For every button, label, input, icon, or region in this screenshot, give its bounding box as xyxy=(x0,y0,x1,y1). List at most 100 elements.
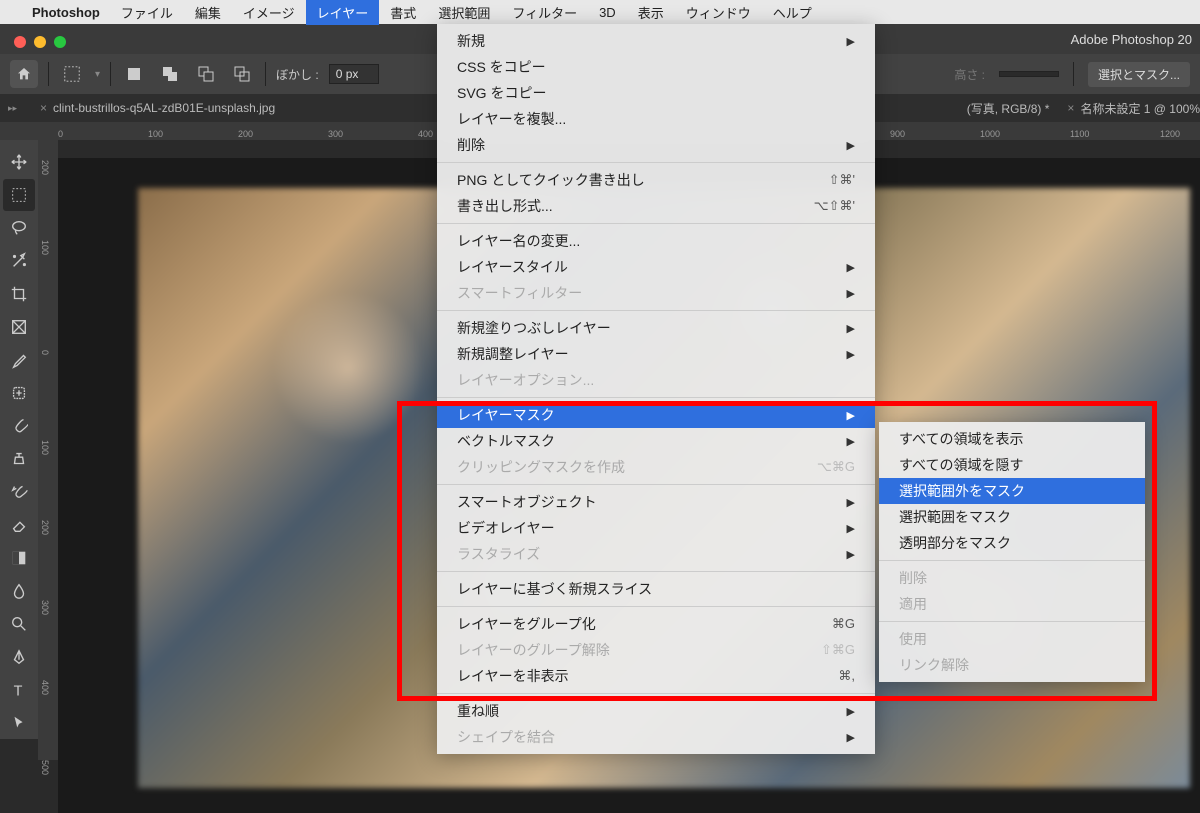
menu-item[interactable]: レイヤーを非表示⌘, xyxy=(437,663,875,689)
home-button[interactable] xyxy=(10,60,38,88)
submenu-arrow-icon: ▶ xyxy=(847,548,855,561)
submenu-arrow-icon: ▶ xyxy=(847,409,855,422)
marquee-tool[interactable] xyxy=(3,179,35,211)
menu-item[interactable]: 透明部分をマスク xyxy=(879,530,1145,556)
menu-item[interactable]: レイヤーをグループ化⌘G xyxy=(437,611,875,637)
tab-title: (写真, RGB/8) * xyxy=(967,100,1050,117)
menu-item[interactable]: ベクトルマスク ▶ xyxy=(437,428,875,454)
submenu-arrow-icon: ▶ xyxy=(847,322,855,335)
blur-input[interactable]: 0 px xyxy=(329,64,379,84)
menu-shortcut: ⌘G xyxy=(832,616,855,632)
menu-item[interactable]: レイヤースタイル ▶ xyxy=(437,254,875,280)
pen-tool[interactable] xyxy=(3,641,35,673)
selection-add-icon[interactable] xyxy=(157,61,183,87)
menu-item-label: 選択範囲外をマスク xyxy=(899,481,1125,501)
menu-item[interactable]: すべての領域を隠す xyxy=(879,452,1145,478)
select-and-mask-button[interactable]: 選択とマスク... xyxy=(1088,62,1190,87)
menu-help[interactable]: ヘルプ xyxy=(762,0,823,25)
menu-item: レイヤーのグループ解除⇧⌘G xyxy=(437,637,875,663)
move-tool[interactable] xyxy=(3,146,35,178)
marquee-tool-icon[interactable] xyxy=(59,61,85,87)
eraser-tool[interactable] xyxy=(3,509,35,541)
menu-layer[interactable]: レイヤー xyxy=(306,0,380,25)
close-window-button[interactable] xyxy=(14,36,26,48)
history-brush-tool[interactable] xyxy=(3,476,35,508)
dodge-tool[interactable] xyxy=(3,608,35,640)
healing-brush-tool[interactable] xyxy=(3,377,35,409)
menu-file[interactable]: ファイル xyxy=(110,0,184,25)
app-name[interactable]: Photoshop xyxy=(22,5,110,20)
crop-tool[interactable] xyxy=(3,278,35,310)
menu-item-label: ベクトルマスク xyxy=(457,431,827,451)
maximize-window-button[interactable] xyxy=(54,36,66,48)
close-tab-icon[interactable]: × xyxy=(1067,101,1074,115)
menu-item[interactable]: すべての領域を表示 xyxy=(879,426,1145,452)
ruler-tick: 1000 xyxy=(980,129,1000,139)
menu-item[interactable]: 新規▶ xyxy=(437,28,875,54)
selection-intersect-icon[interactable] xyxy=(229,61,255,87)
type-tool[interactable]: T xyxy=(3,674,35,706)
eyedropper-tool[interactable] xyxy=(3,344,35,376)
frame-tool[interactable] xyxy=(3,311,35,343)
menu-item[interactable]: 書き出し形式...⌥⇧⌘' xyxy=(437,193,875,219)
menu-view[interactable]: 表示 xyxy=(627,0,675,25)
menu-item[interactable]: SVG をコピー xyxy=(437,80,875,106)
menu-item[interactable]: ビデオレイヤー▶ xyxy=(437,515,875,541)
menu-3d[interactable]: 3D xyxy=(588,2,627,23)
menu-filter[interactable]: フィルター xyxy=(501,0,588,25)
brush-tool[interactable] xyxy=(3,410,35,442)
selection-new-icon[interactable] xyxy=(121,61,147,87)
magic-wand-tool[interactable] xyxy=(3,245,35,277)
menu-window[interactable]: ウィンドウ xyxy=(675,0,762,25)
menu-item[interactable]: 新規調整レイヤー▶ xyxy=(437,341,875,367)
submenu-arrow-icon: ▶ xyxy=(847,731,855,744)
panel-toggle-icon[interactable]: ▸▸ xyxy=(8,103,17,114)
menu-item[interactable]: 削除▶ xyxy=(437,132,875,158)
document-tab[interactable]: × clint-bustrillos-q5AL-zdB01E-unsplash.… xyxy=(40,101,275,115)
path-selection-tool[interactable] xyxy=(3,707,35,739)
menu-item[interactable]: CSS をコピー xyxy=(437,54,875,80)
height-input[interactable] xyxy=(999,71,1059,77)
ruler-tick: 300 xyxy=(40,600,50,615)
divider xyxy=(265,62,266,86)
menu-item-label: SVG をコピー xyxy=(457,83,855,103)
window-title: Adobe Photoshop 20 xyxy=(1071,32,1192,47)
menu-item[interactable]: レイヤー名の変更... xyxy=(437,228,875,254)
menu-item[interactable]: レイヤーマスク▶ xyxy=(437,402,875,428)
menu-separator xyxy=(437,223,875,224)
clone-stamp-tool[interactable] xyxy=(3,443,35,475)
blur-tool[interactable] xyxy=(3,575,35,607)
submenu-arrow-icon: ▶ xyxy=(847,261,855,274)
menu-item: シェイプを結合▶ xyxy=(437,724,875,750)
height-label: 高さ : xyxy=(954,66,985,83)
menu-item[interactable]: 重ね順▶ xyxy=(437,698,875,724)
menu-item-label: レイヤーに基づく新規スライス xyxy=(457,579,855,599)
menu-select[interactable]: 選択範囲 xyxy=(427,0,501,25)
minimize-window-button[interactable] xyxy=(34,36,46,48)
submenu-arrow-icon: ▶ xyxy=(847,496,855,509)
menu-image[interactable]: イメージ xyxy=(232,0,306,25)
menu-item[interactable]: レイヤーに基づく新規スライス xyxy=(437,576,875,602)
tab-title: clint-bustrillos-q5AL-zdB01E-unsplash.jp… xyxy=(53,101,275,115)
menu-edit[interactable]: 編集 xyxy=(184,0,232,25)
menu-separator xyxy=(437,310,875,311)
submenu-arrow-icon: ▶ xyxy=(847,435,855,448)
menu-item[interactable]: 新規塗りつぶしレイヤー▶ xyxy=(437,315,875,341)
menu-item[interactable]: PNG としてクイック書き出し⇧⌘' xyxy=(437,167,875,193)
ruler-vertical[interactable]: 200 100 0 100 200 300 400 500 xyxy=(38,140,58,760)
menu-item-label: レイヤースタイル xyxy=(457,257,827,277)
menu-type[interactable]: 書式 xyxy=(379,0,427,25)
lasso-tool[interactable] xyxy=(3,212,35,244)
document-tab[interactable]: × 名称未設定 1 @ 100% xyxy=(1067,100,1200,117)
submenu-arrow-icon: ▶ xyxy=(847,139,855,152)
menu-item[interactable]: 選択範囲外をマスク xyxy=(879,478,1145,504)
menu-item[interactable]: レイヤーを複製... xyxy=(437,106,875,132)
menu-item[interactable]: スマートオブジェクト▶ xyxy=(437,489,875,515)
dropdown-caret-icon[interactable]: ▾ xyxy=(95,69,100,80)
document-tab[interactable]: (写真, RGB/8) * xyxy=(967,100,1050,117)
menu-item[interactable]: 選択範囲をマスク xyxy=(879,504,1145,530)
menu-item-label: 削除 xyxy=(899,568,1125,588)
selection-subtract-icon[interactable] xyxy=(193,61,219,87)
close-tab-icon[interactable]: × xyxy=(40,101,47,115)
gradient-tool[interactable] xyxy=(3,542,35,574)
